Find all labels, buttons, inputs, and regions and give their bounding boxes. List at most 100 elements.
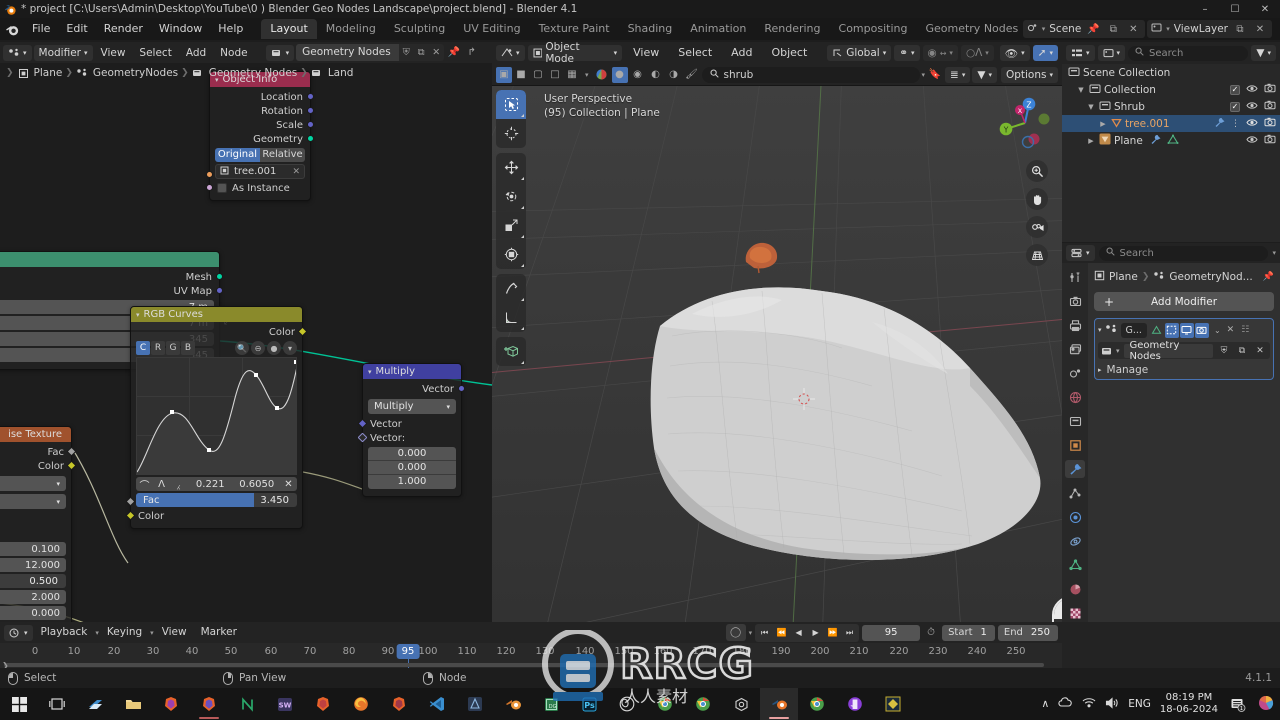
node-header[interactable]: ▾ Multiply	[363, 364, 461, 379]
tab-particles-icon[interactable]	[1065, 484, 1085, 502]
socket-rotation[interactable]: Rotation	[210, 104, 314, 118]
node-menu-select[interactable]: Select	[133, 42, 177, 64]
timeline-menu-playback[interactable]: Playback	[35, 622, 94, 643]
windows-start-icon[interactable]	[0, 688, 38, 720]
delete-scene-icon[interactable]: ✕	[1125, 21, 1141, 37]
tab-output-icon[interactable]	[1065, 316, 1085, 334]
socket-dot[interactable]	[307, 93, 314, 100]
tab-texture-paint[interactable]: Texture Paint	[530, 19, 619, 39]
affinity-icon[interactable]	[456, 688, 494, 720]
outliner-row-collection[interactable]: ▼ Collection ✓	[1062, 81, 1280, 98]
playback-transport[interactable]: ⏮ ⏪ ◀ ▶ ⏩ ⏭	[755, 623, 860, 642]
edit-mode-icon[interactable]	[1150, 323, 1164, 338]
as-instance-row[interactable]: As Instance	[206, 181, 310, 195]
tab-shading[interactable]: Shading	[619, 19, 682, 39]
bookmark-icon[interactable]: 🔖	[927, 67, 943, 83]
zoom-icon[interactable]	[1026, 160, 1048, 182]
pin-icon[interactable]: 📌	[446, 45, 462, 61]
chevron-down-icon[interactable]: ▼	[1086, 103, 1096, 111]
socket-dot[interactable]	[216, 287, 223, 294]
fake-user-icon[interactable]: ⛨	[1217, 343, 1231, 358]
node-group-row[interactable]: ▾ Geometry Nodes ⛨ ⧉ ✕	[1098, 340, 1270, 362]
viewport-menu-select[interactable]: Select	[670, 42, 720, 64]
curve-options-icon[interactable]: ●	[267, 341, 281, 355]
properties-search-input[interactable]: Search	[1098, 245, 1269, 261]
cloud-icon[interactable]	[1058, 697, 1073, 711]
operation-dropdown[interactable]: Multiply ▾	[368, 399, 456, 414]
node-multiply[interactable]: ▾ Multiply Vector Multiply ▾ Vector Vect…	[357, 363, 465, 497]
chrome-icon[interactable]	[646, 688, 684, 720]
gizmo-icon[interactable]: ➚ ▾	[1032, 45, 1058, 61]
node-menu-node[interactable]: Node	[214, 42, 253, 64]
play-reverse-button[interactable]: ◀	[791, 625, 806, 641]
viewlayer-selector[interactable]: ▾ ViewLayer ⧉ ✕	[1147, 20, 1272, 38]
brave-icon[interactable]	[152, 688, 190, 720]
outliner-search-input[interactable]: Search	[1128, 45, 1249, 61]
playhead[interactable]: 95	[396, 644, 420, 659]
breadcrumb-object-label[interactable]: Plane	[1109, 271, 1138, 283]
editor-type-selector[interactable]: ▾	[4, 624, 33, 641]
brave-icon-4[interactable]	[380, 688, 418, 720]
nodetree-datablock[interactable]: Geometry Nodes ⛨ ⧉ ✕	[296, 44, 444, 61]
new-viewlayer-icon[interactable]: ⧉	[1232, 21, 1248, 37]
browse-nodegroup-icon[interactable]: ▾	[1101, 346, 1120, 356]
tab-rendering[interactable]: Rendering	[755, 19, 829, 39]
material-preview-icon[interactable]: ◉	[630, 67, 646, 83]
node-editor-canvas[interactable]: ❯ Plane ❯ GeometryNodes ❯ Geometry Nodes	[0, 63, 492, 622]
curve-point-controls[interactable]: ⌒ Λ ⁁ 0.221 0.6050 ✕	[136, 477, 297, 492]
language-indicator[interactable]: ENG	[1128, 698, 1151, 710]
curve-tab-b[interactable]: B	[181, 341, 195, 355]
type-dropdown[interactable]: ▾	[0, 494, 66, 509]
field-roughness[interactable]: ughn... 0.500	[0, 574, 66, 588]
handle-vector-icon[interactable]: Λ	[153, 479, 170, 490]
properties-editor[interactable]: ▾ Search ▾ Plane ❯ GeometryNod... 📌 + Ad…	[1062, 243, 1280, 622]
solid-shading-icon[interactable]: ●	[611, 66, 628, 83]
socket-geometry[interactable]: Geometry	[210, 132, 314, 146]
socket-dot[interactable]	[307, 107, 314, 114]
maximize-button[interactable]: ☐	[1220, 0, 1250, 18]
manage-section[interactable]: ▸ Manage	[1098, 364, 1270, 376]
tab-object-icon[interactable]	[1065, 436, 1085, 454]
normalize-row[interactable]: rmalize	[0, 512, 71, 526]
github-icon[interactable]	[836, 688, 874, 720]
curve-tab-g[interactable]: G	[166, 341, 180, 355]
select-intersect-icon[interactable]: ▦	[564, 67, 580, 83]
blender-icon[interactable]	[760, 688, 798, 720]
scene-selector[interactable]: ▾ Scene 📌 ⧉ ✕	[1022, 20, 1146, 38]
brave-icon-2[interactable]	[190, 688, 228, 720]
tab-animation[interactable]: Animation	[681, 19, 755, 39]
field-lacunarity[interactable]: cuna... 2.000	[0, 590, 66, 604]
chevron-down-icon[interactable]: ▾	[1098, 326, 1102, 334]
obs-icon[interactable]	[608, 688, 646, 720]
notification-icon[interactable]: 1	[1227, 693, 1249, 715]
editor-type-selector[interactable]: ▾	[1066, 245, 1095, 261]
handle-auto-clamped-icon[interactable]: ⁁	[170, 479, 187, 490]
exclude-checkbox[interactable]: ✓	[1230, 84, 1240, 95]
vscode-icon[interactable]	[418, 688, 456, 720]
rendered-shading-icon[interactable]: ◐	[648, 67, 664, 83]
chevron-down-icon[interactable]: ▾	[283, 341, 297, 355]
tab-material-icon[interactable]	[1065, 580, 1085, 598]
node-header[interactable]: ▾ RGB Curves	[131, 307, 302, 322]
realtime-display-icon[interactable]	[1164, 322, 1179, 338]
delete-point-icon[interactable]: ✕	[280, 479, 297, 490]
timeline-editor[interactable]: ▾ Playback ▾ Keying ▾ View Marker ◯ ▾ ⏮ …	[0, 622, 1062, 670]
modifier-wrench-icon[interactable]	[1214, 117, 1225, 131]
tab-geometry-nodes[interactable]: Geometry Nodes	[916, 19, 1027, 39]
proportional-falloff-icon[interactable]: ○Λ ▾	[960, 45, 994, 61]
socket-dot[interactable]	[307, 135, 314, 142]
handle-y-value[interactable]: 0.6050	[234, 479, 281, 490]
tweak-select-tool[interactable]	[496, 90, 526, 119]
viewport-menu-object[interactable]: Object	[763, 42, 815, 64]
camera-icon[interactable]	[1026, 216, 1048, 238]
zoom-out-icon[interactable]: ⊖	[251, 341, 265, 355]
chevron-right-icon[interactable]: ▸	[1098, 366, 1102, 374]
drag-handle-icon[interactable]: ☷	[1241, 325, 1249, 335]
field-distortion[interactable]: tortion 0.000	[0, 606, 66, 620]
timeline-ruler[interactable]: 0 10 20 30 40 50 60 70 80 90 100 110 120…	[0, 643, 1062, 670]
move-tool[interactable]	[496, 153, 526, 182]
breadcrumb-item-geometrynodes[interactable]: GeometryNodes	[76, 67, 178, 80]
unlink-nodegroup-icon[interactable]: ✕	[1253, 343, 1267, 358]
wifi-icon[interactable]	[1082, 697, 1096, 711]
timeline-menu-keying[interactable]: Keying	[101, 622, 148, 643]
